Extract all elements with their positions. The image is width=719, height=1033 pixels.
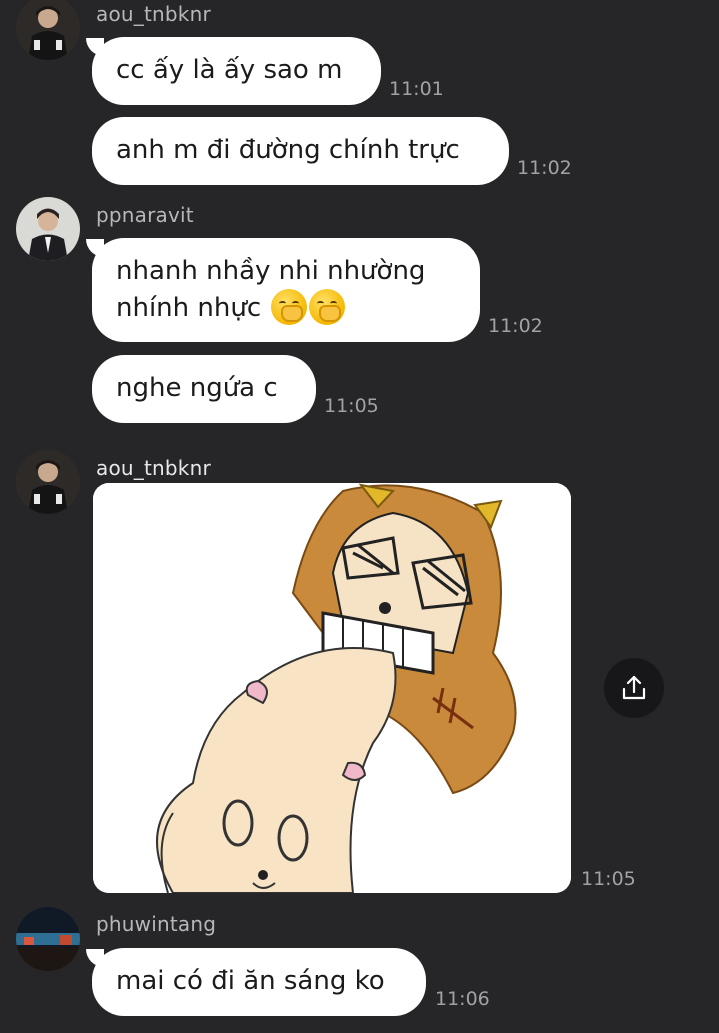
message-text: nghe ngứa c: [116, 373, 278, 403]
message-timestamp: 11:02: [517, 157, 572, 179]
sender-name: ppnaravit: [96, 203, 194, 227]
share-upload-icon: [622, 675, 646, 700]
yawning-face-emoji: [309, 288, 346, 325]
message-bubble[interactable]: nghe ngứa c: [92, 355, 316, 423]
message-text: cc ấy là ấy sao m: [116, 55, 343, 85]
sender-name: phuwintang: [96, 912, 217, 936]
avatar-aou-tnbknr-2[interactable]: [16, 450, 80, 514]
message-bubble[interactable]: anh m đi đường chính trực: [92, 117, 509, 185]
message-text-line: nhính nhực: [116, 293, 262, 323]
message-timestamp: 11:06: [435, 988, 490, 1010]
message-timestamp: 11:02: [488, 315, 543, 337]
yawning-face-emoji: [271, 288, 308, 325]
avatar-ppnaravit[interactable]: [16, 197, 80, 261]
sender-name: aou_tnbknr: [96, 2, 211, 26]
message-text: anh m đi đường chính trực: [116, 135, 460, 165]
message-timestamp: 11:05: [581, 868, 636, 890]
message-text-line: nhanh nhầy nhi nhường: [116, 256, 426, 286]
sender-name: aou_tnbknr: [96, 456, 211, 480]
message-timestamp: 11:01: [389, 78, 444, 100]
share-button[interactable]: [604, 658, 664, 718]
message-timestamp: 11:05: [324, 395, 379, 417]
message-text: mai có đi ăn sáng ko: [116, 966, 385, 996]
message-bubble[interactable]: nhanh nhầy nhi nhường nhính nhực: [92, 238, 480, 342]
avatar-phuwintang[interactable]: [16, 907, 80, 971]
message-bubble[interactable]: mai có đi ăn sáng ko: [92, 948, 426, 1016]
avatar-aou-tnbknr[interactable]: [16, 0, 80, 60]
cartoon-sticker-image[interactable]: [93, 483, 571, 893]
message-bubble[interactable]: cc ấy là ấy sao m: [92, 37, 381, 105]
